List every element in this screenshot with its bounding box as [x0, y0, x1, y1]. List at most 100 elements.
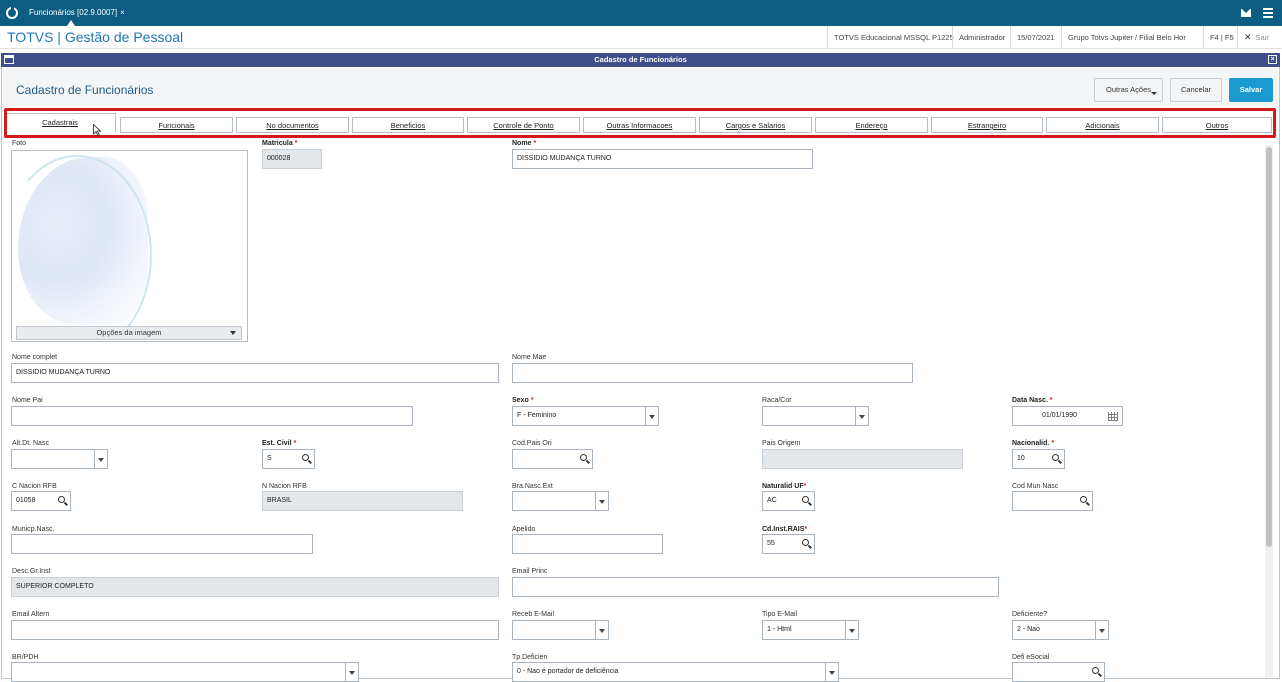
hamburger-menu-icon[interactable] — [1263, 8, 1273, 20]
search-icon[interactable] — [802, 496, 809, 503]
c-nacion-rfb-field[interactable]: 01058 — [11, 491, 71, 511]
search-icon[interactable] — [1092, 667, 1099, 674]
photo-frame[interactable]: Opções da imagem — [11, 150, 248, 342]
save-button[interactable]: Salvar — [1229, 78, 1273, 102]
email-princ-label: Email Princ — [512, 568, 548, 575]
search-icon[interactable] — [580, 454, 587, 461]
search-icon[interactable] — [58, 496, 65, 503]
cod-pais-ori-label: Cod.Pais Ori — [512, 440, 552, 447]
chevron-down-icon — [845, 621, 858, 639]
defi-esocial-label: Defi eSocial — [1012, 654, 1050, 661]
raca-cor-select[interactable] — [762, 406, 869, 426]
nacionalid-label: Nacionalid. * — [1012, 440, 1055, 447]
chevron-down-icon — [1095, 621, 1108, 639]
data-nasc-label: Data Nasc. * — [1012, 397, 1053, 404]
deficiente-select[interactable]: 2 - Nao — [1012, 620, 1109, 640]
header-bar: TOTVS | Gestão de Pessoal TOTVS Educacio… — [0, 26, 1282, 49]
date-info[interactable]: 15/07/2021 — [1010, 26, 1061, 49]
email-princ-field[interactable] — [512, 577, 999, 597]
nome-label: Nome * — [512, 140, 537, 147]
nome-field[interactable]: DISSIDIO MUDANÇA TURNO — [512, 149, 813, 169]
user-info[interactable]: Administrador — [952, 26, 1011, 49]
defi-esocial-field[interactable] — [1012, 662, 1105, 682]
window-title-bar: Cadastro de Funcionários × — [1, 53, 1280, 67]
form-header — [2, 68, 1278, 106]
apelido-field[interactable] — [512, 534, 663, 554]
chevron-down-icon — [595, 621, 608, 639]
nome-mae-field[interactable] — [512, 363, 913, 383]
email-altern-label: Email Altern — [12, 611, 50, 618]
search-icon[interactable] — [1080, 496, 1087, 503]
exit-button[interactable]: ✕ Sair — [1237, 26, 1275, 49]
chevron-down-icon — [230, 331, 236, 335]
search-icon[interactable] — [802, 539, 809, 546]
image-options-label: Opções da imagem — [96, 328, 162, 337]
app-tab-close-icon[interactable]: × — [120, 8, 125, 17]
nome-complet-field[interactable]: DISSIDIO MUDANÇA TURNO — [11, 363, 499, 383]
est-civil-field[interactable]: S — [262, 449, 315, 469]
data-nasc-field[interactable]: 01/01/1990 — [1012, 406, 1123, 426]
chevron-down-icon — [1151, 92, 1157, 95]
window-title: Cadastro de Funcionários — [594, 55, 687, 64]
search-icon[interactable] — [1052, 454, 1059, 461]
receb-email-select[interactable] — [512, 620, 609, 640]
c-nacion-rfb-value: 01058 — [16, 497, 36, 504]
email-altern-field[interactable] — [11, 620, 499, 640]
desc-gr-inst-field[interactable]: SUPERIOR COMPLETO — [11, 577, 499, 597]
br-pdh-label: BR/PDH — [12, 654, 39, 661]
naturalid-uf-value: AC — [767, 497, 777, 504]
window-close-icon[interactable]: × — [1268, 55, 1277, 64]
nome-mae-label: Nome Mae — [512, 354, 547, 361]
data-nasc-value: 01/01/1990 — [1041, 412, 1078, 419]
environment-info[interactable]: TOTVS Educacional MSSQL P1225 — [827, 26, 960, 49]
sexo-select[interactable]: F - Feminino — [512, 406, 659, 426]
image-options-dropdown[interactable]: Opções da imagem — [16, 326, 242, 340]
nome-pai-field[interactable] — [11, 406, 413, 426]
nacionalid-field[interactable]: 10 — [1012, 449, 1065, 469]
mail-icon[interactable] — [1241, 9, 1251, 17]
br-pdh-select[interactable] — [11, 662, 359, 682]
cd-inst-rais-field[interactable]: 55 — [762, 534, 815, 554]
window-icon — [4, 55, 14, 64]
mouse-cursor-icon — [93, 124, 101, 136]
cod-pais-ori-field[interactable] — [512, 449, 593, 469]
chevron-down-icon — [825, 663, 838, 681]
search-icon[interactable] — [302, 454, 309, 461]
exit-label: Sair — [1255, 33, 1269, 42]
totvs-logo-icon[interactable] — [6, 6, 18, 19]
tp-deficien-select[interactable]: 0 - Nao é portador de deficiência — [512, 662, 839, 682]
company-info[interactable]: Grupo Totvs Jupiter / Filial Belo Hor — [1061, 26, 1192, 49]
alt-dt-nasc-label: Alt.Dt. Nasc — [12, 440, 49, 447]
more-actions-button[interactable]: Outras Ações — [1094, 78, 1163, 102]
bra-nasc-ext-select[interactable] — [512, 491, 609, 511]
naturalid-uf-label: Naturalid UF* — [762, 483, 807, 490]
scrollbar-thumb[interactable] — [1266, 147, 1272, 547]
nome-complet-label: Nome complet — [12, 354, 58, 361]
chevron-down-icon — [345, 663, 358, 681]
apelido-label: Apelido — [512, 526, 536, 533]
deficiente-label: Deficiente? — [1012, 611, 1048, 618]
n-nacion-rfb-label: N Nacion RFB — [262, 483, 307, 490]
nome-pai-label: Nome Pai — [12, 397, 43, 404]
app-tab-label: Funcionários [02.9.0007] — [29, 8, 118, 17]
tp-deficien-value: 0 - Nao é portador de deficiência — [517, 668, 619, 675]
photo-label: Foto — [12, 140, 27, 147]
app-bar: Funcionários [02.9.0007] × — [0, 0, 1282, 26]
shortcuts-info[interactable]: F4 | F5 — [1203, 26, 1240, 49]
municp-nasc-field[interactable] — [11, 534, 313, 554]
alt-dt-nasc-select[interactable] — [11, 449, 108, 469]
pais-origem-label: Pais Origem — [762, 440, 801, 447]
cd-inst-rais-label: Cd.Inst.RAIS* — [762, 526, 808, 533]
sexo-label: Sexo * — [512, 397, 534, 404]
cod-mun-nasc-field[interactable] — [1012, 491, 1093, 511]
tipo-email-select[interactable]: 1 - Html — [762, 620, 859, 640]
pais-origem-field[interactable] — [762, 449, 963, 469]
chevron-down-icon — [645, 407, 658, 425]
calendar-icon[interactable] — [1108, 412, 1118, 421]
cancel-button[interactable]: Cancelar — [1170, 78, 1222, 102]
naturalid-uf-field[interactable]: AC — [762, 491, 815, 511]
matricula-field[interactable]: 000028 — [262, 149, 322, 169]
n-nacion-rfb-field[interactable]: BRASIL — [262, 491, 463, 511]
close-icon: ✕ — [1244, 32, 1252, 42]
vertical-scrollbar[interactable] — [1265, 145, 1273, 678]
